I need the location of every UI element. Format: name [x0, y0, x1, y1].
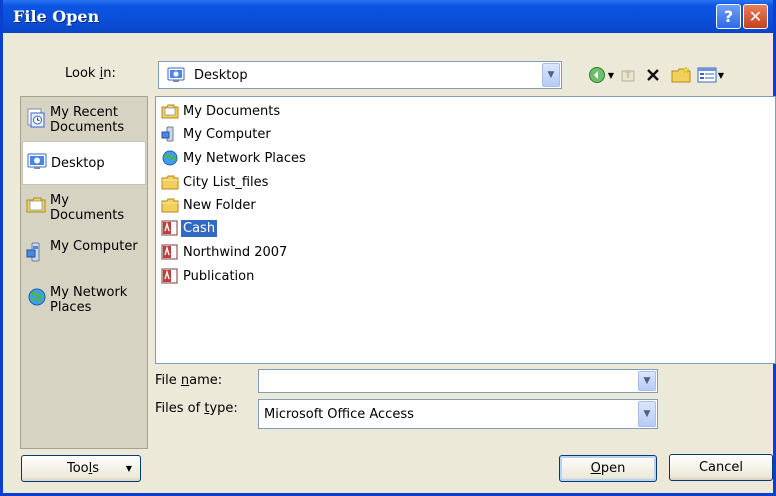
tools-label: Tools	[67, 461, 100, 476]
list-item[interactable]: Cash	[161, 218, 218, 238]
look-in-combo[interactable]: Desktop ▼	[158, 61, 562, 89]
my-computer-icon	[161, 126, 179, 142]
my-documents-icon	[26, 195, 48, 219]
file-list[interactable]: My Documents My Computer My Network Plac…	[155, 96, 776, 364]
my-documents-folder-icon	[161, 103, 179, 119]
file-name: Publication	[183, 268, 255, 284]
recent-documents-icon	[26, 107, 48, 133]
file-name: City List_files	[183, 174, 269, 190]
access-database-icon	[161, 268, 179, 284]
files-of-type-value: Microsoft Office Access	[264, 407, 414, 422]
look-in-label: Look in:	[65, 66, 116, 81]
place-label: My Recent Documents	[50, 105, 125, 135]
chevron-down-icon[interactable]: ▼	[542, 63, 560, 87]
list-item[interactable]: New Folder	[161, 195, 258, 215]
list-item[interactable]: My Network Places	[161, 148, 308, 168]
list-item[interactable]: City List_files	[161, 172, 270, 192]
tools-button[interactable]: Tools ▼	[21, 455, 141, 482]
place-my-recent-documents[interactable]: My Recent Documents	[22, 105, 146, 135]
file-name: Northwind 2007	[183, 244, 288, 260]
desktop-icon	[167, 67, 185, 87]
open-label: Open	[590, 461, 626, 476]
help-icon: ?	[723, 7, 734, 26]
look-in-value: Desktop	[194, 68, 248, 83]
list-item[interactable]: My Documents	[161, 101, 282, 121]
file-name: Cash	[181, 219, 218, 237]
help-button[interactable]: ?	[716, 4, 741, 29]
chevron-down-icon: ▼	[125, 464, 132, 473]
places-bar: My Recent Documents Desktop My Documents…	[20, 96, 148, 449]
close-icon: ✕	[748, 7, 763, 26]
access-database-icon	[161, 244, 179, 260]
place-desktop[interactable]: Desktop	[22, 141, 146, 185]
my-computer-icon	[26, 241, 48, 267]
folder-icon	[161, 174, 179, 190]
folder-icon	[161, 197, 179, 213]
access-database-icon	[161, 220, 179, 236]
back-dropdown-icon[interactable]: ▼	[606, 66, 616, 84]
chevron-down-icon[interactable]: ▼	[638, 401, 656, 427]
file-name-input[interactable]: ▼	[258, 369, 658, 393]
files-of-type-combo[interactable]: Microsoft Office Access ▼	[258, 399, 658, 429]
cancel-button[interactable]: Cancel	[669, 454, 773, 481]
place-label: Desktop	[51, 155, 105, 171]
delete-icon[interactable]	[643, 66, 663, 84]
desktop-icon	[27, 153, 49, 175]
place-my-network-places[interactable]: My Network Places	[22, 285, 146, 315]
chevron-down-icon[interactable]: ▼	[638, 371, 656, 391]
title-bar[interactable]: File Open ? ✕	[3, 0, 773, 33]
views-dropdown-icon[interactable]: ▼	[716, 66, 726, 84]
list-item[interactable]: Publication	[161, 266, 256, 286]
place-my-computer[interactable]: My Computer	[22, 239, 146, 267]
files-of-type-label: Files of type:	[155, 401, 238, 416]
dialog-title: File Open	[13, 7, 100, 26]
open-button[interactable]: Open	[559, 455, 657, 482]
file-open-dialog: File Open ? ✕ Look in: Desktop ▼ ▼ ▼ My …	[0, 0, 776, 496]
place-label: My Computer	[50, 239, 138, 254]
up-one-level-icon[interactable]	[618, 66, 638, 84]
list-item[interactable]: My Computer	[161, 124, 273, 144]
place-my-documents[interactable]: My Documents	[22, 193, 146, 223]
views-icon[interactable]	[697, 66, 717, 84]
file-name-label: File name:	[155, 373, 223, 388]
list-item[interactable]: Northwind 2007	[161, 242, 289, 262]
back-icon[interactable]	[587, 66, 607, 84]
network-places-icon	[26, 287, 48, 311]
file-name: New Folder	[183, 197, 256, 213]
file-name: My Network Places	[183, 150, 306, 166]
place-label: My Documents	[50, 193, 125, 223]
cancel-label: Cancel	[698, 460, 744, 475]
file-name: My Computer	[183, 126, 271, 142]
new-folder-icon[interactable]	[671, 66, 691, 84]
close-button[interactable]: ✕	[743, 4, 768, 29]
network-places-icon	[161, 150, 179, 166]
file-name: My Documents	[183, 103, 281, 119]
place-label: My Network Places	[50, 285, 128, 315]
